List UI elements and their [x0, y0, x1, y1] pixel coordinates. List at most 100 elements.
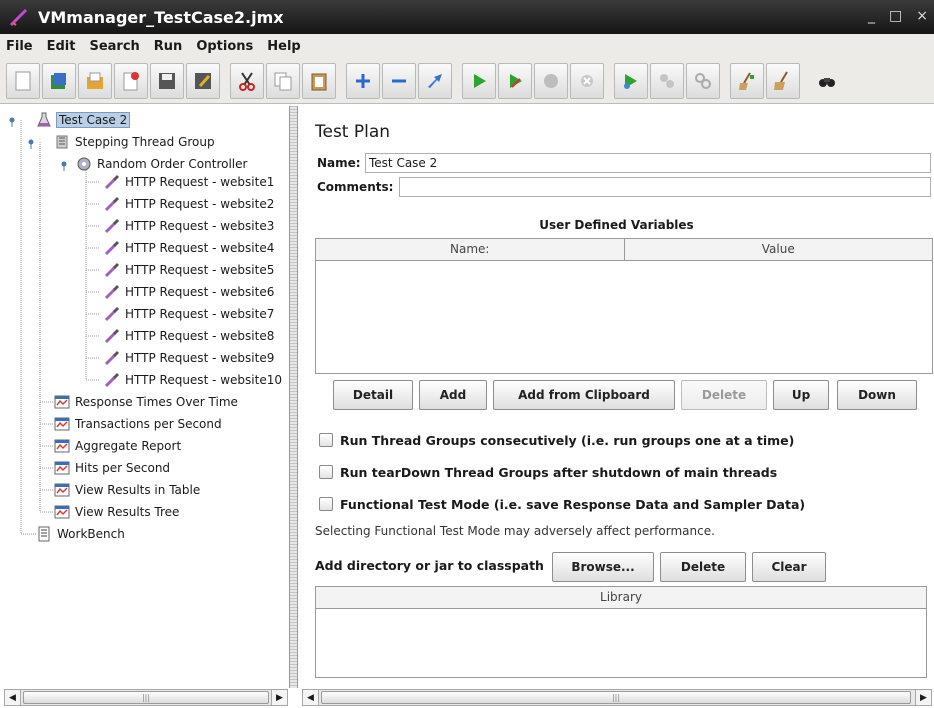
- scroll-left-arrow-icon[interactable]: ◀: [303, 690, 319, 705]
- tree-node-listener[interactable]: Transactions per Second: [54, 414, 222, 434]
- start-icon[interactable]: [462, 62, 496, 99]
- scroll-thumb[interactable]: |||: [321, 691, 911, 704]
- tree-node-listener[interactable]: Hits per Second: [54, 458, 170, 478]
- minimize-button[interactable]: _: [868, 8, 875, 24]
- checkbox-label: Run tearDown Thread Groups after shutdow…: [340, 464, 778, 480]
- tree-node-listener[interactable]: View Results in Table: [54, 480, 200, 500]
- checkbox-label: Functional Test Mode (i.e. save Response…: [340, 496, 806, 512]
- detail-button[interactable]: Detail: [333, 380, 413, 410]
- checkbox-box[interactable]: [319, 465, 333, 479]
- shutdown-icon[interactable]: [570, 62, 604, 99]
- name-row: Name: Test Case 2: [313, 152, 933, 174]
- expand-icon[interactable]: [346, 62, 380, 99]
- add-from-clipboard-button[interactable]: Add from Clipboard: [493, 380, 675, 410]
- new-icon[interactable]: [6, 62, 40, 99]
- pipette-icon: [104, 284, 120, 300]
- udv-table[interactable]: Name: Value: [315, 238, 933, 374]
- library-table[interactable]: Library: [315, 586, 927, 678]
- cut-icon[interactable]: [230, 62, 264, 99]
- tree-node-thread-group[interactable]: Stepping Thread Group: [54, 132, 215, 152]
- scroll-left-arrow-icon[interactable]: ◀: [5, 690, 21, 705]
- tree-node-http-request[interactable]: HTTP Request - website7: [104, 304, 274, 324]
- open-icon[interactable]: [78, 62, 112, 99]
- tree-node-http-request[interactable]: HTTP Request - website5: [104, 260, 274, 280]
- menu-help[interactable]: Help: [267, 39, 300, 54]
- tree-node-listener[interactable]: Aggregate Report: [54, 436, 181, 456]
- browse-button[interactable]: Browse...: [552, 552, 654, 582]
- tree-node-controller[interactable]: Random Order Controller: [76, 154, 247, 174]
- tree-node-listener[interactable]: Response Times Over Time: [54, 392, 238, 412]
- menu-edit[interactable]: Edit: [47, 39, 76, 54]
- functional-test-mode-checkbox[interactable]: Functional Test Mode (i.e. save Response…: [319, 494, 805, 514]
- test-plan-panel: Test Plan Name: Test Case 2 Comments: Us…: [299, 106, 934, 688]
- tree-node-http-request[interactable]: HTTP Request - website4: [104, 238, 274, 258]
- window-titlebar: VMmanager_TestCase2.jmx _ □ ×: [0, 0, 934, 34]
- flask-icon: [37, 112, 51, 127]
- pipette-icon: [104, 306, 120, 322]
- page-title: Test Plan: [315, 122, 391, 142]
- down-button[interactable]: Down: [837, 380, 917, 410]
- paste-icon[interactable]: [302, 62, 336, 99]
- tree-node-http-request[interactable]: HTTP Request - website9: [104, 348, 274, 368]
- tree-node-http-request[interactable]: HTTP Request - website8: [104, 326, 274, 346]
- tree-node-http-request[interactable]: HTTP Request - website2: [104, 194, 274, 214]
- panel-splitter[interactable]: [290, 106, 298, 688]
- templates-icon[interactable]: [42, 62, 76, 99]
- maximize-button[interactable]: □: [889, 8, 902, 24]
- classpath-label: Add directory or jar to classpath: [315, 558, 544, 573]
- pipette-icon: [104, 350, 120, 366]
- window-controls: _ □ ×: [868, 8, 928, 24]
- name-field[interactable]: Test Case 2: [365, 153, 931, 173]
- checkbox-box[interactable]: [319, 433, 333, 447]
- run-consecutively-checkbox[interactable]: Run Thread Groups consecutively (i.e. ru…: [319, 430, 794, 450]
- tree-node-workbench[interactable]: WorkBench: [36, 524, 125, 544]
- tree-node-test-plan[interactable]: Test Case 2: [36, 110, 131, 130]
- start-no-pauses-icon[interactable]: [498, 62, 532, 99]
- classpath-delete-button[interactable]: Delete: [660, 552, 746, 582]
- clear-all-icon[interactable]: [766, 62, 800, 99]
- comments-row: Comments:: [313, 176, 933, 198]
- add-button[interactable]: Add: [419, 380, 487, 410]
- stop-icon[interactable]: [534, 62, 568, 99]
- menu-file[interactable]: File: [6, 39, 33, 54]
- search-icon[interactable]: [810, 63, 844, 99]
- column-header-value[interactable]: Value: [623, 239, 933, 260]
- tree-node-http-request[interactable]: HTTP Request - website3: [104, 216, 274, 236]
- functional-mode-note: Selecting Functional Test Mode may adver…: [315, 524, 715, 538]
- close-icon[interactable]: [114, 62, 148, 99]
- copy-icon[interactable]: [266, 62, 300, 99]
- tree-node-http-request[interactable]: HTTP Request - website1: [104, 172, 274, 192]
- clear-button[interactable]: Clear: [752, 552, 826, 582]
- scroll-thumb[interactable]: |||: [23, 691, 269, 704]
- tree-horizontal-scrollbar[interactable]: ◀ ||| ▶: [4, 689, 288, 706]
- menu-search[interactable]: Search: [89, 39, 139, 54]
- menu-options[interactable]: Options: [196, 39, 253, 54]
- checkbox-box[interactable]: [319, 497, 333, 511]
- listener-icon: [54, 417, 70, 431]
- column-header-name[interactable]: Name:: [316, 239, 624, 260]
- pipette-icon: [104, 218, 120, 234]
- up-button[interactable]: Up: [773, 380, 829, 410]
- comments-label: Comments:: [317, 180, 394, 194]
- comments-field[interactable]: [399, 177, 931, 197]
- save-as-icon[interactable]: [186, 62, 220, 99]
- tree-node-http-request[interactable]: HTTP Request - website10: [104, 370, 282, 390]
- tree-node-listener[interactable]: View Results Tree: [54, 502, 179, 522]
- scroll-right-arrow-icon[interactable]: ▶: [915, 690, 931, 705]
- main-horizontal-scrollbar[interactable]: ◀ ||| ▶: [302, 689, 932, 706]
- delete-button[interactable]: Delete: [681, 380, 767, 410]
- remote-stop-icon[interactable]: [650, 62, 684, 99]
- collapse-icon[interactable]: [382, 62, 416, 99]
- menu-run[interactable]: Run: [154, 39, 183, 54]
- toggle-icon[interactable]: [418, 62, 452, 99]
- run-teardown-checkbox[interactable]: Run tearDown Thread Groups after shutdow…: [319, 462, 777, 482]
- save-icon[interactable]: [150, 62, 184, 99]
- pipette-icon: [104, 372, 120, 388]
- clear-icon[interactable]: [730, 62, 764, 99]
- remote-start-icon[interactable]: [614, 62, 648, 99]
- column-header-library[interactable]: Library: [316, 587, 926, 608]
- close-button[interactable]: ×: [916, 8, 928, 24]
- tree-node-http-request[interactable]: HTTP Request - website6: [104, 282, 274, 302]
- remote-shutdown-icon[interactable]: [686, 62, 720, 99]
- scroll-right-arrow-icon[interactable]: ▶: [271, 690, 287, 705]
